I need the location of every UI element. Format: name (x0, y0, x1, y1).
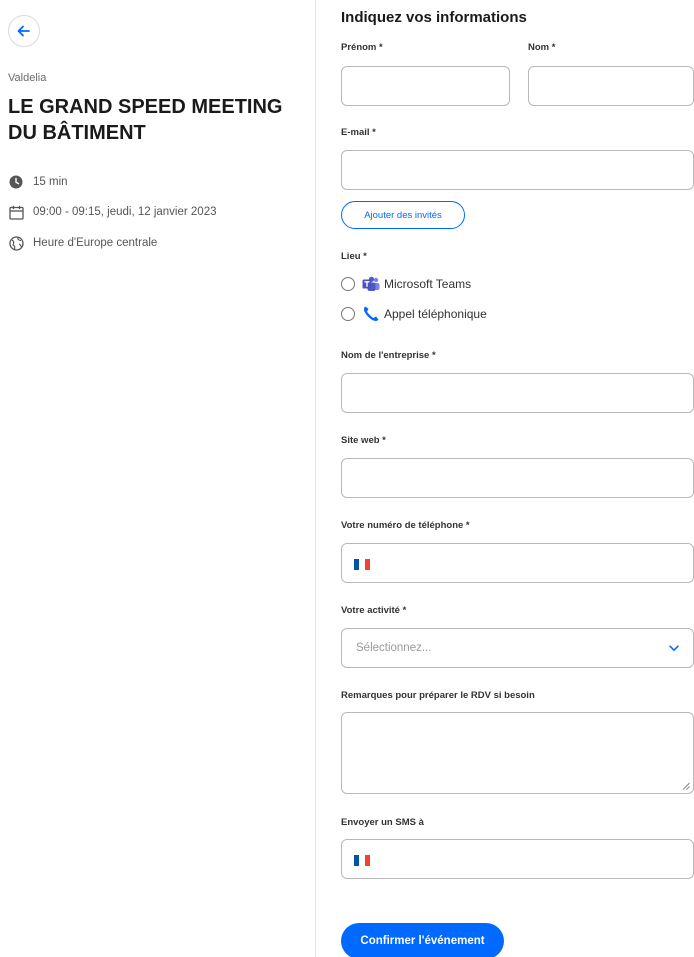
location-option-phone[interactable]: Appel téléphonique (341, 305, 487, 323)
phone-icon (362, 305, 380, 323)
back-arrow-icon (17, 25, 30, 37)
teams-icon (362, 275, 380, 293)
first-name-input[interactable] (341, 66, 510, 106)
last-name-input[interactable] (528, 66, 694, 106)
duration-row: 15 min (8, 174, 68, 190)
notes-textarea[interactable] (341, 712, 694, 794)
phone-option-label: Appel téléphonique (384, 307, 487, 321)
event-title: LE GRAND SPEED MEETING DU BÂTIMENT (8, 96, 283, 144)
event-details-panel: Valdelia LE GRAND SPEED MEETING DU BÂTIM… (0, 0, 315, 957)
add-guests-button[interactable]: Ajouter des invités (341, 201, 465, 229)
resize-grip-icon[interactable] (682, 782, 690, 790)
globe-icon (8, 235, 24, 251)
website-input[interactable] (341, 458, 694, 498)
france-flag-icon[interactable] (354, 855, 370, 866)
first-name-label: Prénom * (341, 42, 383, 53)
booking-form: Indiquez vos informations Prénom * Nom *… (341, 0, 694, 957)
phone-label: Votre numéro de téléphone * (341, 520, 470, 531)
clock-icon (8, 174, 24, 190)
website-label: Site web * (341, 435, 386, 446)
booking-page: Valdelia LE GRAND SPEED MEETING DU BÂTIM… (0, 0, 694, 957)
timezone-text: Heure d'Europe centrale (33, 237, 158, 249)
activity-select[interactable]: Sélectionnez... (341, 628, 694, 668)
phone-radio[interactable] (341, 307, 355, 321)
sms-label: Envoyer un SMS à (341, 817, 424, 828)
chevron-down-icon (669, 644, 679, 651)
email-label: E-mail * (341, 127, 376, 138)
activity-placeholder: Sélectionnez... (356, 642, 432, 654)
datetime-text: 09:00 - 09:15, jeudi, 12 janvier 2023 (33, 206, 217, 218)
calendar-icon (8, 204, 24, 220)
timezone-row: Heure d'Europe centrale (8, 235, 157, 251)
france-flag-icon[interactable] (354, 559, 370, 570)
sms-phone-input[interactable] (341, 839, 694, 879)
teams-radio[interactable] (341, 277, 355, 291)
company-label: Nom de l'entreprise * (341, 350, 436, 361)
company-input[interactable] (341, 373, 694, 413)
form-title: Indiquez vos informations (341, 9, 527, 26)
panel-divider (315, 0, 316, 957)
last-name-label: Nom * (528, 42, 556, 53)
confirm-event-button[interactable]: Confirmer l'événement (341, 923, 504, 957)
duration-text: 15 min (33, 176, 68, 188)
organizer-name: Valdelia (8, 72, 47, 84)
phone-input[interactable] (341, 543, 694, 583)
datetime-row: 09:00 - 09:15, jeudi, 12 janvier 2023 (8, 204, 217, 220)
location-label: Lieu * (341, 251, 367, 262)
back-button[interactable] (8, 15, 40, 47)
teams-option-label: Microsoft Teams (384, 277, 472, 291)
email-input[interactable] (341, 150, 694, 190)
notes-label: Remarques pour préparer le RDV si besoin (341, 690, 535, 701)
location-option-teams[interactable]: Microsoft Teams (341, 275, 471, 293)
activity-label: Votre activité * (341, 605, 407, 616)
